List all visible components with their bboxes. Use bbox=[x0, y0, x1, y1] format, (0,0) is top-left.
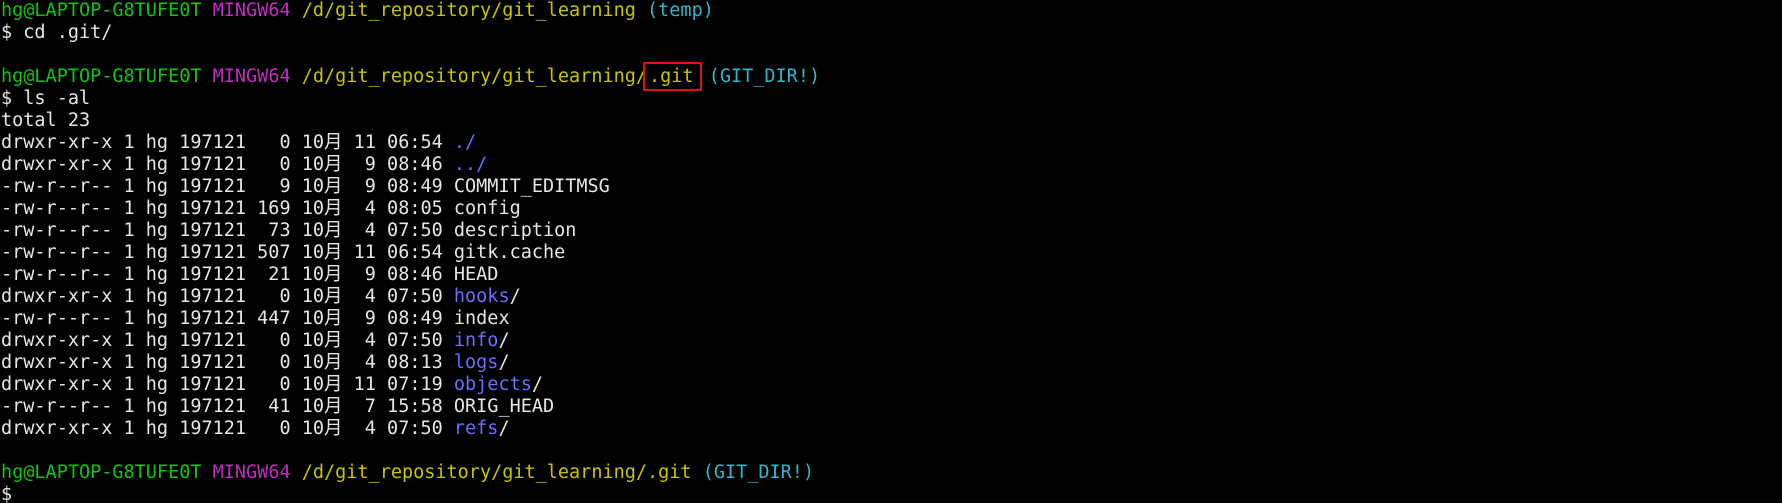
command-text: $ bbox=[1, 484, 13, 503]
terminal-window[interactable]: hg@LAPTOP-G8TUFE0T MINGW64 /d/git_reposi… bbox=[0, 0, 1782, 503]
current-path: /d/git_repository/git_learning/ bbox=[301, 66, 648, 87]
listing-row: drwxr-xr-x 1 hg 197121 0 10月 4 07:50 hoo… bbox=[1, 286, 1782, 308]
file-name: ORIG_HEAD bbox=[453, 396, 555, 417]
highlighted-git-dir: .git bbox=[643, 62, 702, 91]
entry-meta: drwxr-xr-x 1 hg 197121 0 10月 4 08:13 bbox=[1, 352, 454, 373]
file-name: gitk.cache bbox=[453, 242, 566, 263]
command-line[interactable]: $ bbox=[1, 484, 1782, 503]
listing-row: -rw-r--r-- 1 hg 197121 169 10月 4 08:05 c… bbox=[1, 198, 1782, 220]
current-path: /d/git_repository/git_learning/.git bbox=[301, 462, 692, 483]
branch-indicator: (GIT_DIR!) bbox=[702, 462, 815, 483]
directory-name: refs bbox=[453, 418, 499, 439]
user-host: hg@LAPTOP-G8TUFE0T bbox=[1, 66, 202, 87]
entry-meta: drwxr-xr-x 1 hg 197121 0 10月 11 06:54 bbox=[1, 132, 454, 153]
entry-meta: -rw-r--r-- 1 hg 197121 447 10月 9 08:49 bbox=[1, 308, 454, 329]
command-line[interactable]: $ cd .git/ bbox=[1, 22, 1782, 44]
entry-suffix: / bbox=[531, 374, 543, 395]
listing-row: drwxr-xr-x 1 hg 197121 0 10月 4 07:50 inf… bbox=[1, 330, 1782, 352]
listing-row: -rw-r--r-- 1 hg 197121 507 10月 11 06:54 … bbox=[1, 242, 1782, 264]
entry-suffix: / bbox=[498, 352, 510, 373]
entry-meta: drwxr-xr-x 1 hg 197121 0 10月 4 07:50 bbox=[1, 418, 454, 439]
prompt-line: hg@LAPTOP-G8TUFE0T MINGW64 /d/git_reposi… bbox=[1, 462, 1782, 484]
entry-meta: -rw-r--r-- 1 hg 197121 9 10月 9 08:49 bbox=[1, 176, 454, 197]
listing-row: drwxr-xr-x 1 hg 197121 0 10月 9 08:46 ../ bbox=[1, 154, 1782, 176]
total-text: total 23 bbox=[1, 110, 91, 131]
system-name: MINGW64 bbox=[212, 462, 291, 483]
directory-name: logs bbox=[453, 352, 499, 373]
file-name: COMMIT_EDITMSG bbox=[453, 176, 610, 197]
file-listing: drwxr-xr-x 1 hg 197121 0 10月 11 06:54 ./… bbox=[1, 132, 1782, 440]
listing-row: drwxr-xr-x 1 hg 197121 0 10月 11 07:19 ob… bbox=[1, 374, 1782, 396]
entry-suffix: / bbox=[509, 286, 521, 307]
listing-row: -rw-r--r-- 1 hg 197121 41 10月 7 15:58 OR… bbox=[1, 396, 1782, 418]
listing-row: -rw-r--r-- 1 hg 197121 73 10月 4 07:50 de… bbox=[1, 220, 1782, 242]
file-name: index bbox=[453, 308, 510, 329]
command-text: $ ls -al bbox=[1, 88, 91, 109]
prompt-line: hg@LAPTOP-G8TUFE0T MINGW64 /d/git_reposi… bbox=[1, 62, 1782, 91]
listing-row: -rw-r--r-- 1 hg 197121 9 10月 9 08:49 COM… bbox=[1, 176, 1782, 198]
file-name: description bbox=[453, 220, 577, 241]
entry-meta: drwxr-xr-x 1 hg 197121 0 10月 9 08:46 bbox=[1, 154, 454, 175]
branch-indicator: (GIT_DIR!) bbox=[708, 66, 821, 87]
file-name: HEAD bbox=[453, 264, 499, 285]
entry-meta: -rw-r--r-- 1 hg 197121 41 10月 7 15:58 bbox=[1, 396, 454, 417]
entry-suffix: / bbox=[498, 418, 510, 439]
entry-meta: drwxr-xr-x 1 hg 197121 0 10月 4 07:50 bbox=[1, 286, 454, 307]
entry-meta: -rw-r--r-- 1 hg 197121 169 10月 4 08:05 bbox=[1, 198, 454, 219]
directory-name: ./ bbox=[453, 132, 477, 153]
user-host: hg@LAPTOP-G8TUFE0T bbox=[1, 462, 202, 483]
file-name: config bbox=[453, 198, 521, 219]
listing-row: drwxr-xr-x 1 hg 197121 0 10月 4 07:50 ref… bbox=[1, 418, 1782, 440]
listing-total: total 23 bbox=[1, 110, 1782, 132]
listing-row: -rw-r--r-- 1 hg 197121 447 10月 9 08:49 i… bbox=[1, 308, 1782, 330]
entry-meta: drwxr-xr-x 1 hg 197121 0 10月 11 07:19 bbox=[1, 374, 454, 395]
listing-row: drwxr-xr-x 1 hg 197121 0 10月 4 08:13 log… bbox=[1, 352, 1782, 374]
prompt-line: hg@LAPTOP-G8TUFE0T MINGW64 /d/git_reposi… bbox=[1, 0, 1782, 22]
entry-suffix: / bbox=[498, 330, 510, 351]
entry-meta: -rw-r--r-- 1 hg 197121 21 10月 9 08:46 bbox=[1, 264, 454, 285]
listing-row: -rw-r--r-- 1 hg 197121 21 10月 9 08:46 HE… bbox=[1, 264, 1782, 286]
system-name: MINGW64 bbox=[212, 66, 291, 87]
entry-meta: -rw-r--r-- 1 hg 197121 73 10月 4 07:50 bbox=[1, 220, 454, 241]
command-text: $ cd .git/ bbox=[1, 22, 113, 43]
command-line[interactable]: $ ls -al bbox=[1, 88, 1782, 110]
listing-row: drwxr-xr-x 1 hg 197121 0 10月 11 06:54 ./ bbox=[1, 132, 1782, 154]
user-host: hg@LAPTOP-G8TUFE0T bbox=[1, 0, 202, 21]
current-path: /d/git_repository/git_learning bbox=[301, 0, 636, 21]
system-name: MINGW64 bbox=[212, 0, 291, 21]
entry-meta: -rw-r--r-- 1 hg 197121 507 10月 11 06:54 bbox=[1, 242, 454, 263]
directory-name: objects bbox=[453, 374, 532, 395]
directory-name: ../ bbox=[453, 154, 488, 175]
entry-meta: drwxr-xr-x 1 hg 197121 0 10月 4 07:50 bbox=[1, 330, 454, 351]
directory-name: hooks bbox=[453, 286, 510, 307]
directory-name: info bbox=[453, 330, 499, 351]
branch-indicator: (temp) bbox=[647, 0, 714, 21]
